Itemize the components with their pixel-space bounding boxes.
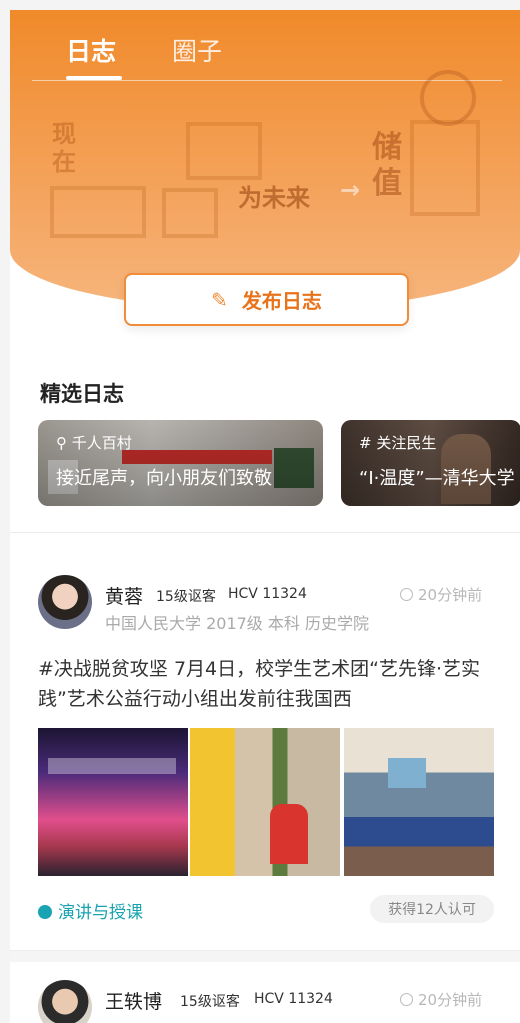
topic-link[interactable]: 演讲与授课 [38, 898, 143, 923]
clock-icon [400, 993, 413, 1006]
post-text[interactable]: #决战脱贫攻坚 7月4日，校学生艺术团“艺先锋·艺实践”艺术公益行动小组出发前往… [38, 654, 498, 714]
publish-log-label: 发布日志 [241, 289, 322, 313]
featured-caption: “I·温度”—清华大学 [359, 468, 515, 489]
avatar[interactable] [38, 575, 92, 629]
post-divider [10, 950, 520, 962]
pin-icon: ⚲ [56, 434, 72, 452]
deco-arrow: → [340, 176, 361, 204]
post-time: 20分钟前 [400, 584, 482, 605]
frame-decoration [186, 122, 262, 180]
featured-tag: # 关注民生 [359, 434, 437, 452]
post-author-name[interactable]: 黄蓉 [105, 582, 143, 609]
frame-decoration [410, 120, 480, 216]
post-photo[interactable] [38, 728, 188, 876]
tab-log[interactable]: 日志 [66, 32, 116, 68]
approval-badge: 获得12人认可 [370, 895, 494, 923]
post-time: 20分钟前 [400, 989, 482, 1010]
deco-future-text: 为未来 [238, 184, 310, 212]
deco-now-text: 现在 [52, 120, 76, 176]
feather-icon: ✎ [211, 287, 228, 312]
header-banner: 日志 圈子 现在 为未来 → 储值 [10, 10, 520, 310]
clock-icon [400, 588, 413, 601]
post-photo[interactable] [344, 728, 494, 876]
performer-shape [270, 804, 308, 864]
featured-card[interactable]: # 关注民生 “I·温度”—清华大学 [341, 420, 520, 506]
publish-log-button[interactable]: ✎ 发布日志 [124, 273, 409, 326]
deco-store-text: 储值 [372, 130, 402, 201]
topic-icon [38, 905, 52, 919]
tab-circle[interactable]: 圈子 [172, 32, 222, 68]
hcv-score: HCV 11324 [254, 991, 333, 1007]
featured-tag: ⚲ 千人百村 [56, 434, 132, 452]
user-level: 15级讴客 [156, 589, 216, 605]
featured-card[interactable]: ⚲ 千人百村 接近尾声，向小朋友们致敬 [38, 420, 323, 506]
screen: 日志 圈子 现在 为未来 → 储值 ✎ 发布日志 精选日志 ⚲ 千人百村 接近尾… [10, 10, 520, 1023]
post-photo[interactable] [190, 728, 340, 876]
hcv-score: HCV 11324 [228, 586, 307, 602]
featured-logs-title: 精选日志 [40, 382, 124, 406]
frame-decoration [50, 186, 146, 238]
screen-shape [388, 758, 426, 788]
stage-banner-shape [48, 758, 176, 774]
frame-decoration [162, 188, 218, 238]
clock-decoration [420, 70, 476, 126]
user-level: 15级讴客 [180, 994, 240, 1010]
featured-caption: 接近尾声，向小朋友们致敬 [56, 468, 272, 489]
page: 日志 圈子 现在 为未来 → 储值 ✎ 发布日志 精选日志 ⚲ 千人百村 接近尾… [0, 0, 520, 1023]
school-info: 中国人民大学 2017级 本科 历史学院 [105, 614, 369, 633]
section-divider [10, 532, 520, 533]
avatar[interactable] [38, 980, 92, 1023]
post-author-name[interactable]: 王轶博 [105, 987, 162, 1014]
